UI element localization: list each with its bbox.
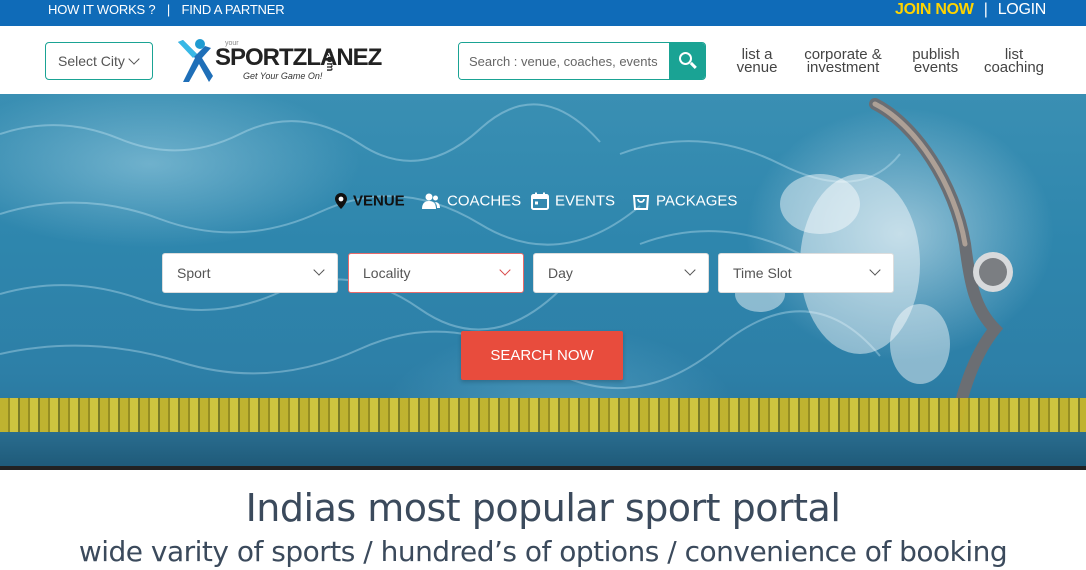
city-select-label: Select City <box>58 53 125 69</box>
calendar-icon <box>531 192 549 211</box>
hero-banner: VENUE COACHES EVENTS PACKAGES Sport Loca… <box>0 94 1086 466</box>
city-select[interactable]: Select City <box>45 42 153 80</box>
auth-separator: | <box>983 1 988 18</box>
chevron-down-icon <box>869 264 881 276</box>
time-slot-select[interactable]: Time Slot <box>718 253 894 293</box>
nav-corporate-line2: investment <box>806 59 880 76</box>
nav-corporate-investment[interactable]: corporate & investment <box>800 47 886 76</box>
top-bar: HOW IT WORKS ? | FIND A PARTNER JOIN NOW… <box>0 0 1086 26</box>
site-search-button[interactable] <box>669 43 705 79</box>
nav-list-venue[interactable]: list a venue <box>734 47 780 76</box>
tab-venue[interactable]: VENUE <box>335 192 405 210</box>
logo-figure-icon <box>178 39 213 82</box>
find-partner-link[interactable]: FIND A PARTNER <box>182 2 285 17</box>
tab-events-label: EVENTS <box>555 192 616 210</box>
sport-select-label: Sport <box>177 265 211 281</box>
chevron-down-icon <box>128 53 140 65</box>
nav-coaching-line2: coaching <box>983 59 1045 76</box>
chevron-down-icon <box>499 264 511 276</box>
map-pin-icon <box>335 193 347 210</box>
login-link[interactable]: LOGIN <box>998 1 1047 18</box>
lane-rope <box>0 398 1086 432</box>
locality-select[interactable]: Locality <box>348 253 524 293</box>
site-search-input[interactable] <box>459 43 671 79</box>
auth-links: JOIN NOW | LOGIN <box>895 1 1046 19</box>
users-icon <box>422 193 440 210</box>
how-it-works-link[interactable]: HOW IT WORKS ? <box>48 2 156 17</box>
pool-floor <box>0 432 1086 466</box>
top-bar-links: HOW IT WORKS ? | FIND A PARTNER <box>48 2 285 17</box>
nav-list-coaching[interactable]: list coaching <box>980 47 1048 76</box>
logo-dot-com: .com <box>324 48 335 72</box>
site-logo[interactable]: your SPORTZLANEZ .com Get Your Game On! <box>175 38 382 86</box>
logo-tagline: Get Your Game On! <box>243 71 323 81</box>
locality-select-label: Locality <box>363 265 411 281</box>
search-icon-handle <box>690 61 697 69</box>
hero-divider <box>0 466 1086 470</box>
nav-publish-line2: events <box>913 59 959 76</box>
tab-packages-label: PACKAGES <box>656 192 738 210</box>
logo-wordmark: SPORTZLANEZ <box>215 44 382 71</box>
tab-coaches-label: COACHES <box>447 192 522 210</box>
day-select[interactable]: Day <box>533 253 709 293</box>
tagline-section: Indias most popular sport portal wide va… <box>0 486 1086 570</box>
tab-venue-label: VENUE <box>353 192 405 210</box>
sport-select[interactable]: Sport <box>162 253 338 293</box>
top-bar-separator: | <box>166 2 171 17</box>
join-now-link[interactable]: JOIN NOW <box>895 1 974 18</box>
day-select-label: Day <box>548 265 573 281</box>
chevron-down-icon <box>684 264 696 276</box>
tagline-subheading: wide varity of sports / hundred’s of opt… <box>78 535 1008 568</box>
tab-events[interactable]: EVENTS <box>531 192 616 211</box>
tab-coaches[interactable]: COACHES <box>421 192 521 210</box>
time-slot-select-label: Time Slot <box>733 265 792 281</box>
bag-icon <box>632 195 650 211</box>
chevron-down-icon <box>313 264 325 276</box>
search-now-button[interactable]: SEARCH NOW <box>461 331 623 380</box>
nav-list-venue-line2: venue <box>736 59 778 76</box>
tagline-heading: Indias most popular sport portal <box>245 486 841 530</box>
site-header: Select City your SPORTZLANEZ .com Get Yo… <box>0 26 1086 94</box>
nav-publish-events[interactable]: publish events <box>906 47 966 76</box>
tab-packages[interactable]: PACKAGES <box>632 192 738 211</box>
site-search <box>458 42 706 80</box>
